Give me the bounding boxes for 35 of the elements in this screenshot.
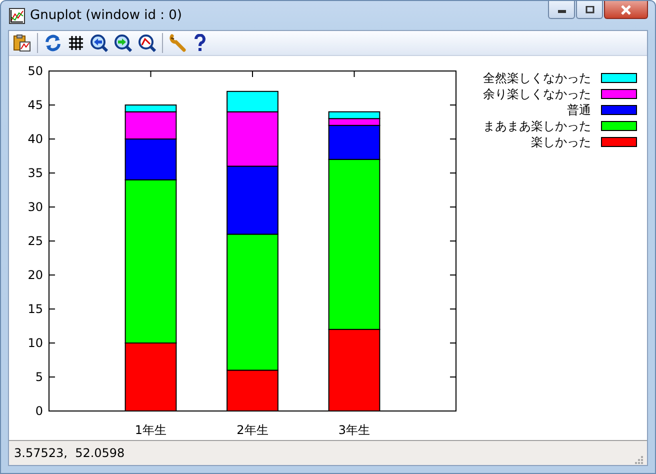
- window-title: Gnuplot (window id : 0): [30, 8, 182, 23]
- y-tick-label: 50: [28, 64, 43, 78]
- legend-label: 余り楽しくなかった: [483, 87, 591, 101]
- y-tick-label: 30: [28, 200, 43, 214]
- y-tick-label: 0: [35, 404, 43, 418]
- y-tick-label: 10: [28, 336, 43, 350]
- y-tick-label: 20: [28, 268, 43, 282]
- legend-label: 普通: [567, 103, 591, 117]
- minimize-button[interactable]: [548, 1, 575, 19]
- y-tick-label: 5: [35, 370, 43, 384]
- resize-grip-icon[interactable]: [633, 454, 643, 464]
- legend-label: 全然楽しくなかった: [483, 71, 591, 85]
- grid-icon[interactable]: [68, 35, 84, 51]
- bar-segment: [328, 111, 380, 120]
- legend-label: 楽しかった: [531, 135, 591, 149]
- y-tick-label: 35: [28, 166, 43, 180]
- chart-app-icon: [9, 8, 25, 24]
- maximize-icon: [584, 6, 594, 14]
- y-tick-label: 15: [28, 302, 43, 316]
- close-icon: [620, 4, 632, 14]
- x-category-label: 3年生: [338, 423, 370, 437]
- y-tick-label: 40: [28, 132, 43, 146]
- status-text: 3.57523, 52.0598: [14, 446, 125, 460]
- wrench-icon[interactable]: [169, 34, 187, 52]
- clipboard-icon[interactable]: [13, 34, 31, 52]
- maximize-button[interactable]: [576, 1, 603, 19]
- legend-label: まあまあ楽しかった: [483, 119, 591, 133]
- help-icon[interactable]: [193, 34, 207, 52]
- refresh-icon[interactable]: [44, 34, 62, 52]
- y-tick-label: 45: [28, 98, 43, 112]
- x-category-label: 1年生: [134, 423, 167, 437]
- x-category-label: 2年生: [236, 423, 268, 437]
- magnifier-chart-icon[interactable]: [138, 34, 156, 52]
- y-tick-label: 25: [28, 234, 43, 248]
- close-button[interactable]: [604, 1, 648, 19]
